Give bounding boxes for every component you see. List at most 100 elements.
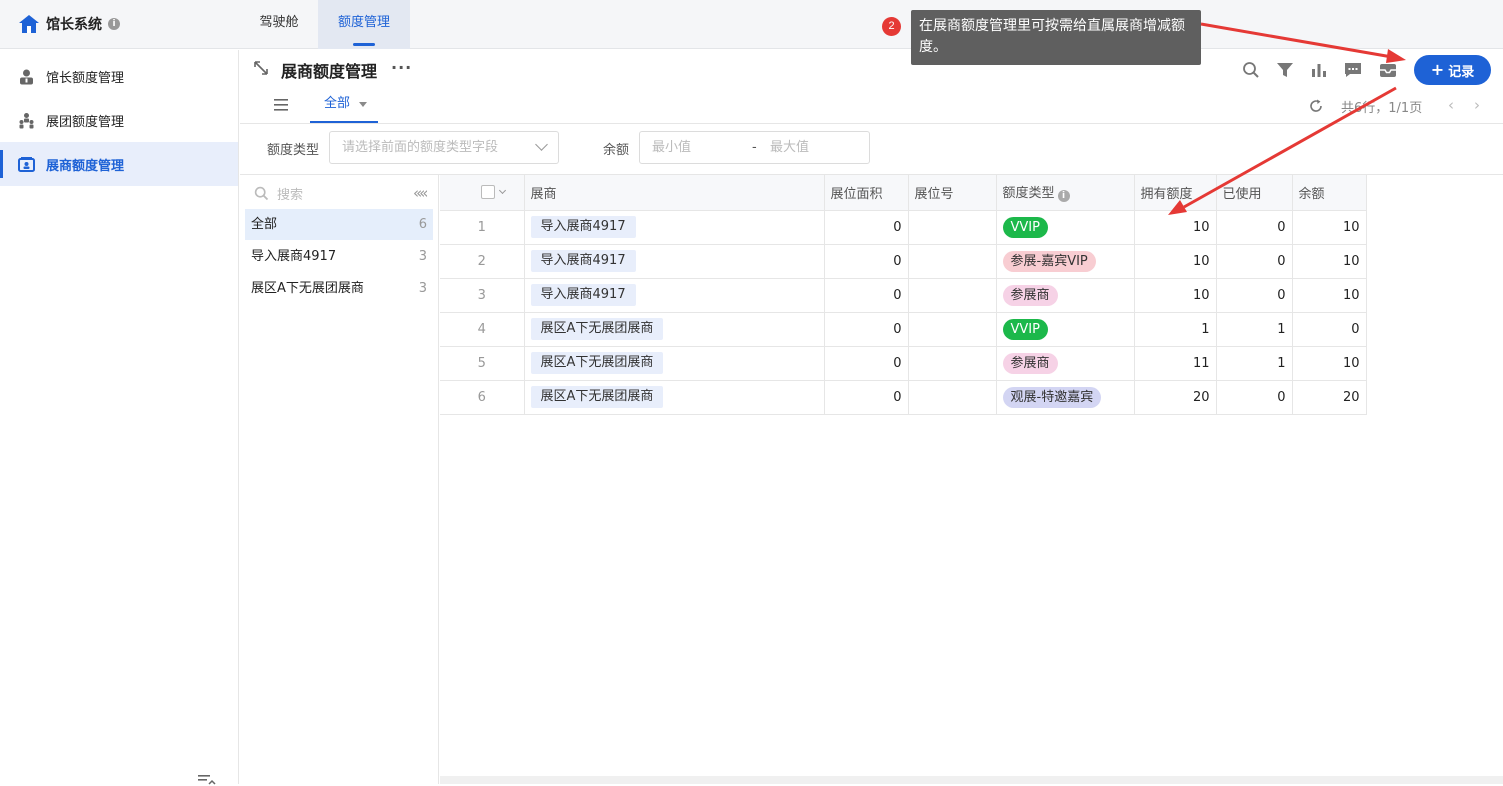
column-header-exhibitor[interactable]: 展商	[524, 175, 825, 211]
view-tab-all[interactable]: 全部	[310, 86, 378, 123]
cell-exhibitor[interactable]: 展区A下无展团展商	[524, 380, 825, 415]
cell-exhibitor[interactable]: 导入展商4917	[524, 210, 825, 245]
cell-booth-number[interactable]	[908, 244, 997, 279]
group-item[interactable]: 展区A下无展团展商 3	[245, 273, 433, 304]
cell-balance[interactable]: 20	[1292, 380, 1367, 415]
exhibitor-chip[interactable]: 导入展商4917	[530, 250, 636, 272]
horizontal-scrollbar[interactable]	[440, 776, 1503, 784]
column-header-used[interactable]: 已使用	[1216, 175, 1293, 211]
row-index[interactable]: 1	[440, 210, 525, 245]
cell-quota-type[interactable]: 参展-嘉宾VIP	[996, 244, 1135, 279]
max-value-input[interactable]: 最大值	[770, 132, 809, 163]
exhibitor-chip[interactable]: 展区A下无展团展商	[530, 386, 664, 408]
exhibitor-chip[interactable]: 导入展商4917	[530, 216, 636, 238]
cell-balance[interactable]: 10	[1292, 278, 1367, 313]
cell-exhibitor[interactable]: 展区A下无展团展商	[524, 312, 825, 347]
row-index[interactable]: 6	[440, 380, 525, 415]
cell-used[interactable]: 0	[1216, 380, 1293, 415]
tab-quota-management[interactable]: 额度管理	[318, 0, 410, 49]
collapse-sidebar-icon[interactable]	[198, 774, 216, 786]
group-item-all[interactable]: 全部 6	[245, 209, 433, 240]
chart-icon[interactable]	[1310, 61, 1328, 79]
cell-used[interactable]: 0	[1216, 210, 1293, 245]
more-options-icon[interactable]: ···	[391, 58, 412, 77]
cell-used[interactable]: 1	[1216, 346, 1293, 381]
cell-booth-area[interactable]: 0	[824, 346, 909, 381]
filter-icon[interactable]	[1276, 61, 1294, 79]
cell-quota-type[interactable]: 参展商	[996, 278, 1135, 313]
table-row[interactable]: 5 展区A下无展团展商 0 参展商 11 1 10	[440, 346, 1367, 381]
cell-balance[interactable]: 10	[1292, 346, 1367, 381]
cell-booth-area[interactable]: 0	[824, 312, 909, 347]
cell-owned-quota[interactable]: 10	[1134, 244, 1217, 279]
cell-booth-number[interactable]	[908, 346, 997, 381]
cell-used[interactable]: 0	[1216, 244, 1293, 279]
column-header-quota-type[interactable]: 额度类型 i	[996, 175, 1135, 211]
cell-quota-type[interactable]: 参展商	[996, 346, 1135, 381]
cell-booth-number[interactable]	[908, 312, 997, 347]
sidebar-item-exhibitor-quota[interactable]: 展商额度管理	[0, 142, 238, 186]
exhibitor-chip[interactable]: 展区A下无展团展商	[530, 352, 664, 374]
cell-owned-quota[interactable]: 11	[1134, 346, 1217, 381]
cell-exhibitor[interactable]: 导入展商4917	[524, 278, 825, 313]
sidebar-item-group-quota[interactable]: 展团额度管理	[0, 98, 238, 142]
group-item[interactable]: 导入展商4917 3	[245, 241, 433, 272]
cell-exhibitor[interactable]: 导入展商4917	[524, 244, 825, 279]
cell-booth-number[interactable]	[908, 278, 997, 313]
brand[interactable]: 馆长系统 i	[18, 12, 120, 36]
comment-icon[interactable]	[1344, 61, 1362, 79]
cell-used[interactable]: 1	[1216, 312, 1293, 347]
balance-range-input[interactable]: 最小值 - 最大值	[639, 131, 870, 164]
add-record-button[interactable]: + 记录	[1414, 55, 1491, 85]
cell-balance[interactable]: 10	[1292, 244, 1367, 279]
cell-booth-number[interactable]	[908, 210, 997, 245]
table-row[interactable]: 4 展区A下无展团展商 0 VVIP 1 1 0	[440, 312, 1367, 347]
cell-exhibitor[interactable]: 展区A下无展团展商	[524, 346, 825, 381]
expand-icon[interactable]	[253, 60, 269, 76]
min-value-input[interactable]: 最小值	[652, 132, 691, 163]
row-index[interactable]: 3	[440, 278, 525, 313]
quota-type-select[interactable]: 请选择前面的额度类型字段	[329, 131, 559, 164]
column-header-balance[interactable]: 余额	[1292, 175, 1367, 211]
column-header-owned-quota[interactable]: 拥有额度	[1134, 175, 1217, 211]
exhibitor-chip[interactable]: 展区A下无展团展商	[530, 318, 664, 340]
exhibitor-chip[interactable]: 导入展商4917	[530, 284, 636, 306]
cell-owned-quota[interactable]: 1	[1134, 312, 1217, 347]
tab-cockpit[interactable]: 驾驶舱	[240, 0, 318, 49]
cell-owned-quota[interactable]: 10	[1134, 278, 1217, 313]
row-index[interactable]: 4	[440, 312, 525, 347]
table-row[interactable]: 6 展区A下无展团展商 0 观展-特邀嘉宾 20 0 20	[440, 380, 1367, 415]
cell-booth-area[interactable]: 0	[824, 210, 909, 245]
cell-used[interactable]: 0	[1216, 278, 1293, 313]
select-all-checkbox[interactable]	[440, 175, 525, 211]
cell-quota-type[interactable]: 观展-特邀嘉宾	[996, 380, 1135, 415]
cell-balance[interactable]: 10	[1292, 210, 1367, 245]
table-row[interactable]: 2 导入展商4917 0 参展-嘉宾VIP 10 0 10	[440, 244, 1367, 279]
cell-booth-number[interactable]	[908, 380, 997, 415]
search-icon[interactable]	[1242, 61, 1260, 79]
column-header-booth-area[interactable]: 展位面积	[824, 175, 909, 211]
cell-booth-area[interactable]: 0	[824, 244, 909, 279]
cell-owned-quota[interactable]: 10	[1134, 210, 1217, 245]
cell-quota-type[interactable]: VVIP	[996, 312, 1135, 347]
cell-quota-type[interactable]: VVIP	[996, 210, 1135, 245]
cell-balance[interactable]: 0	[1292, 312, 1367, 347]
cell-booth-area[interactable]: 0	[824, 278, 909, 313]
table-row[interactable]: 1 导入展商4917 0 VVIP 10 0 10	[440, 210, 1367, 245]
table-row[interactable]: 3 导入展商4917 0 参展商 10 0 10	[440, 278, 1367, 313]
info-icon[interactable]: i	[108, 18, 120, 30]
next-page-button[interactable]: ›	[1474, 96, 1480, 114]
refresh-icon[interactable]	[1309, 99, 1323, 113]
row-index[interactable]: 2	[440, 244, 525, 279]
column-header-booth-number[interactable]: 展位号	[908, 175, 997, 211]
chevron-down-icon[interactable]	[359, 102, 367, 107]
collapse-panel-icon[interactable]: ««	[413, 184, 428, 202]
view-list-icon[interactable]	[273, 98, 289, 112]
inbox-icon[interactable]	[1379, 61, 1397, 79]
cell-booth-area[interactable]: 0	[824, 380, 909, 415]
row-index[interactable]: 5	[440, 346, 525, 381]
cell-owned-quota[interactable]: 20	[1134, 380, 1217, 415]
prev-page-button[interactable]: ‹	[1448, 96, 1454, 114]
info-icon[interactable]: i	[1057, 190, 1070, 203]
group-search-input[interactable]: 搜索	[254, 184, 303, 203]
